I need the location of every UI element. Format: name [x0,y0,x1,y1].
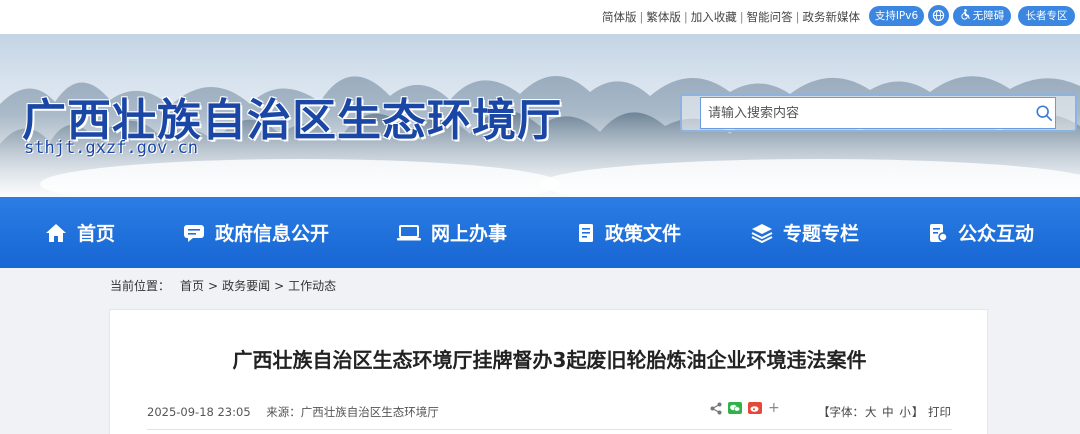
nav-item-label: 首页 [77,223,116,245]
article-meta: 2025-09-18 23:05 来源：广西壮族自治区生态环境厅 [147,404,439,420]
share-icon[interactable] [710,402,722,415]
article-card: 广西壮族自治区生态环境厅挂牌督办3起废旧轮胎炼油企业环境违法案件 2025-09… [109,309,988,434]
nav-item-label: 政府信息公开 [215,223,330,245]
separator: | [683,10,688,24]
breadcrumb-prefix: 当前位置： [110,279,171,293]
senior-zone-button[interactable]: 长者专区 [1018,6,1075,26]
weibo-icon[interactable] [748,402,762,414]
wheelchair-icon [961,9,970,20]
laptop-icon [397,224,421,240]
breadcrumb-home-link[interactable]: 首页 [180,279,204,293]
home-icon [46,223,66,242]
simplified-chinese-link[interactable]: 简体版 [602,10,637,24]
nav-item-label: 专题专栏 [783,223,860,245]
breadcrumb-separator: > [208,279,219,293]
nav-item-label: 政策文件 [605,223,682,245]
separator: | [739,10,744,24]
breadcrumb: 当前位置： 首页 > 政务要闻 > 工作动态 [110,277,336,294]
traditional-chinese-link[interactable]: 繁体版 [646,10,681,24]
top-utility-bar: 简体版 | 繁体版 | 加入收藏 | 智能问答 | 政务新媒体 支持IPv6 无障碍 长者专区 [0,0,1080,34]
meta-divider [147,429,952,430]
font-size-control: 【字体：大 中 小】 [818,404,923,420]
nav-item-gov-info[interactable]: 政府信息公开 [183,197,329,268]
nav-item-home[interactable]: 首页 [45,197,115,268]
site-url: sthjt.gxzf.gov.cn [24,138,198,158]
chat-icon [184,224,204,242]
more-share-icon[interactable]: + [768,401,780,415]
nav-item-label: 网上办事 [431,223,508,245]
search-icon[interactable] [1035,104,1053,122]
accessibility-label: 无障碍 [972,10,1005,22]
main-navigation: 首页 政府信息公开 网上办事 政策文件 专题专栏 公众互动 [0,197,1080,268]
language-globe-button[interactable] [928,5,949,26]
breadcrumb-separator: > [274,279,285,293]
share-tools: + [710,400,786,416]
print-button[interactable]: 打印 [928,404,951,420]
new-media-link[interactable]: 政务新媒体 [803,10,861,24]
ipv6-badge: 支持IPv6 [869,6,924,26]
font-size-small[interactable]: 小 [898,405,912,419]
document-icon [579,223,593,242]
publish-datetime: 2025-09-18 23:05 [147,405,251,419]
separator: | [795,10,800,24]
layers-icon [751,223,773,243]
add-favorite-link[interactable]: 加入收藏 [691,10,737,24]
breadcrumb-work-updates-link[interactable]: 工作动态 [288,279,336,293]
font-size-large[interactable]: 大 [864,405,878,419]
wechat-icon[interactable] [728,402,742,414]
font-size-medium[interactable]: 中 [881,405,895,419]
smart-qa-link[interactable]: 智能问答 [747,10,793,24]
accessibility-button[interactable]: 无障碍 [953,6,1011,26]
search-input[interactable] [700,97,1056,129]
nav-item-public-interaction[interactable]: 公众互动 [928,197,1034,268]
separator: | [639,10,644,24]
nav-item-online-service[interactable]: 网上办事 [397,197,507,268]
breadcrumb-news-link[interactable]: 政务要闻 [222,279,270,293]
nav-item-policy-docs[interactable]: 政策文件 [577,197,681,268]
nav-item-label: 公众互动 [958,223,1035,245]
font-size-label: 【字体： [818,405,864,419]
font-size-close: 】 [911,405,924,419]
source-label: 来源： [266,405,301,419]
source-value: 广西壮族自治区生态环境厅 [300,405,439,419]
search-box [680,94,1077,132]
interaction-icon [930,223,948,242]
globe-icon [932,9,945,22]
article-title: 广西壮族自治区生态环境厅挂牌督办3起废旧轮胎炼油企业环境违法案件 [232,348,867,372]
nav-item-special-topics[interactable]: 专题专栏 [751,197,859,268]
utility-links: 简体版 | 繁体版 | 加入收藏 | 智能问答 | 政务新媒体 [602,9,860,25]
header-banner: 广西壮族自治区生态环境厅 sthjt.gxzf.gov.cn [0,34,1080,197]
